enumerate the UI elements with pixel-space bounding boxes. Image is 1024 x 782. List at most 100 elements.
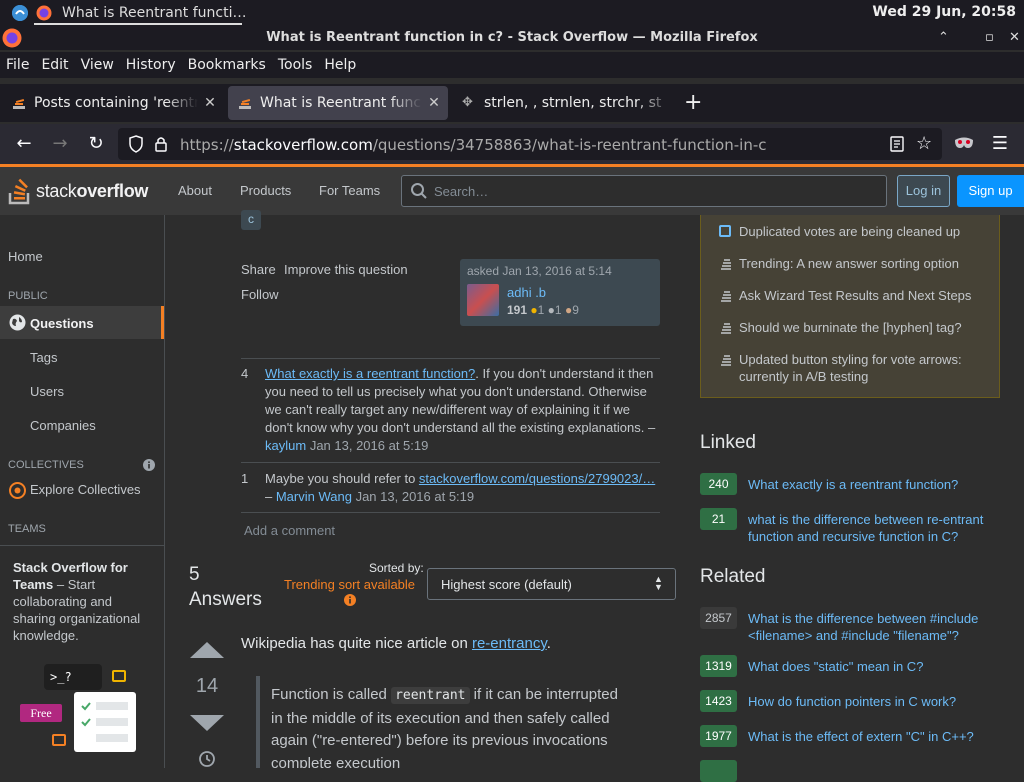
teams-illustration: >_? Free xyxy=(20,664,150,759)
avatar[interactable] xyxy=(467,284,499,316)
tab-close-icon[interactable]: ✕ xyxy=(200,95,220,111)
comment-link[interactable]: stackoverflow.com/questions/2799023/… xyxy=(419,471,655,486)
linked-score[interactable]: 21 xyxy=(700,508,737,530)
sidebar-item-users[interactable]: Users xyxy=(30,384,64,399)
related-heading: Related xyxy=(700,566,766,587)
linked-question-link[interactable]: What exactly is a reentrant function? xyxy=(748,476,988,493)
menu-history[interactable]: History xyxy=(126,57,176,73)
close-icon[interactable]: ✕ xyxy=(1009,26,1020,50)
comment-date[interactable]: Jan 13, 2016 at 5:19 xyxy=(310,438,429,453)
collectives-icon xyxy=(9,482,26,502)
window-title-bar: What is Reentrant function in c? - Stack… xyxy=(0,26,1024,50)
private-mask-icon[interactable] xyxy=(954,135,974,155)
bookmark-star-icon[interactable]: ☆ xyxy=(916,133,932,154)
tab-close-icon[interactable]: ✕ xyxy=(424,95,444,111)
maximize-icon[interactable]: ▫ xyxy=(985,26,994,50)
blockquote-text: Function is called reentrant if it can b… xyxy=(271,684,631,768)
sidebar-item-tags[interactable]: Tags xyxy=(30,350,57,365)
related-score[interactable]: 1977 xyxy=(700,725,737,747)
meta-post-link[interactable]: Duplicated votes are being cleaned up xyxy=(739,223,994,240)
menu-file[interactable]: File xyxy=(6,57,29,73)
menu-tools[interactable]: Tools xyxy=(278,57,313,73)
sidebar-item-companies[interactable]: Companies xyxy=(30,418,96,433)
related-score[interactable]: 2857 xyxy=(700,607,737,629)
sidebar-item-questions[interactable]: Questions xyxy=(0,306,164,339)
linked-score[interactable]: 240 xyxy=(700,473,737,495)
url-text[interactable]: https://stackoverflow.com/questions/3475… xyxy=(180,136,767,154)
comment-text: Maybe you should refer to xyxy=(265,471,419,486)
minimize-icon[interactable]: ⌃ xyxy=(938,26,949,50)
related-question-link[interactable]: How do function pointers in C work? xyxy=(748,693,988,710)
linked-question-link[interactable]: what is the difference between re-entran… xyxy=(748,511,988,545)
related-score[interactable]: 1423 xyxy=(700,690,737,712)
add-comment-link[interactable]: Add a comment xyxy=(244,523,335,538)
tab-strlen[interactable]: ✥ strlen, , strnlen, strchr, st xyxy=(452,86,674,120)
info-icon[interactable] xyxy=(143,459,155,474)
search-input[interactable]: Search… xyxy=(401,175,887,207)
url-bar[interactable]: https://stackoverflow.com/questions/3475… xyxy=(118,128,942,160)
nav-for-teams[interactable]: For Teams xyxy=(319,183,380,198)
forward-arrow-icon[interactable]: → xyxy=(48,132,72,156)
sidebar-item-explore-collectives[interactable]: Explore Collectives xyxy=(30,482,141,497)
related-question-link[interactable]: What does "static" mean in C? xyxy=(748,658,988,675)
sort-select[interactable]: Highest score (default) ▲ ▼ xyxy=(427,568,676,600)
meta-post-link[interactable]: Ask Wizard Test Results and Next Steps xyxy=(739,287,994,304)
related-score-partial[interactable] xyxy=(700,760,737,782)
menu-help[interactable]: Help xyxy=(324,57,356,73)
stackoverflow-logo[interactable]: stackoverflow xyxy=(8,177,148,205)
answer-blockquote: Function is called reentrant if it can b… xyxy=(256,676,676,768)
signup-button[interactable]: Sign up xyxy=(957,175,1024,207)
comment-user[interactable]: kaylum xyxy=(265,438,306,453)
firefox-icon[interactable] xyxy=(36,5,52,21)
free-badge: Free xyxy=(20,704,62,722)
nav-products[interactable]: Products xyxy=(240,183,291,198)
left-sidebar: Home PUBLIC Questions Tags Users Compani… xyxy=(0,215,165,768)
new-tab-button[interactable]: + xyxy=(684,90,702,115)
meta-post-link[interactable]: Should we burninate the [hyphen] tag? xyxy=(739,319,994,336)
improve-question-link[interactable]: Improve this question xyxy=(284,262,408,277)
active-window-title: What is Reentrant functi… xyxy=(62,5,247,21)
sidebar-item-label: Questions xyxy=(30,316,94,331)
asked-date: asked Jan 13, 2016 at 5:14 xyxy=(467,264,612,278)
menu-edit[interactable]: Edit xyxy=(41,57,68,73)
clock[interactable]: Wed 29 Jun, 20:58 xyxy=(872,4,1016,20)
answers-count: 5 Answers xyxy=(189,562,262,612)
related-question-link[interactable]: What is the effect of extern "C" in C++? xyxy=(748,728,988,745)
nav-about[interactable]: About xyxy=(178,183,212,198)
back-arrow-icon[interactable]: ← xyxy=(12,132,36,156)
teams-promo-text: Stack Overflow for Teams – Start collabo… xyxy=(13,559,153,644)
follow-link[interactable]: Follow xyxy=(241,287,279,302)
app-launcher-icon[interactable] xyxy=(12,5,28,21)
related-question-link[interactable]: What is the difference between #include … xyxy=(748,610,988,644)
hamburger-menu-icon[interactable]: ☰ xyxy=(988,132,1012,156)
login-button[interactable]: Log in xyxy=(897,175,950,207)
menu-bookmarks[interactable]: Bookmarks xyxy=(188,57,266,73)
tag-c[interactable]: c xyxy=(241,210,261,230)
comment-user[interactable]: Marvin Wang xyxy=(276,489,352,504)
menu-view[interactable]: View xyxy=(81,57,114,73)
logo-text-plain: stack xyxy=(36,180,77,201)
comment-date[interactable]: Jan 13, 2016 at 5:19 xyxy=(356,489,475,504)
answers-count-label: Answers xyxy=(189,589,262,610)
tab-reentrant[interactable]: What is Reentrant functio ✕ xyxy=(228,86,448,120)
tab-posts[interactable]: Posts containing 'reentra ✕ xyxy=(2,86,224,120)
logo-text-bold: overflow xyxy=(76,180,149,201)
upvote-button[interactable] xyxy=(190,642,224,658)
asker-name[interactable]: adhi .b xyxy=(507,285,546,300)
related-score[interactable]: 1319 xyxy=(700,655,737,677)
lock-icon[interactable] xyxy=(154,136,168,156)
comment-link[interactable]: What exactly is a reentrant function? xyxy=(265,366,475,381)
meta-post-link[interactable]: Trending: A new answer sorting option xyxy=(739,255,994,272)
silver-badge-count: 1 xyxy=(554,303,562,317)
info-icon[interactable] xyxy=(344,594,356,609)
share-link[interactable]: Share xyxy=(241,262,276,277)
downvote-button[interactable] xyxy=(190,715,224,731)
stackoverflow-logo-icon xyxy=(8,178,30,205)
sidebar-item-home[interactable]: Home xyxy=(8,249,43,264)
meta-post-link[interactable]: Updated button styling for vote arrows: … xyxy=(739,351,994,385)
gear-favicon-icon: ✥ xyxy=(462,95,473,110)
reload-icon[interactable]: ↻ xyxy=(84,132,108,156)
re-entrancy-link[interactable]: re-entrancy xyxy=(472,635,547,652)
reader-view-icon[interactable] xyxy=(890,136,904,156)
shield-icon[interactable] xyxy=(128,135,144,157)
